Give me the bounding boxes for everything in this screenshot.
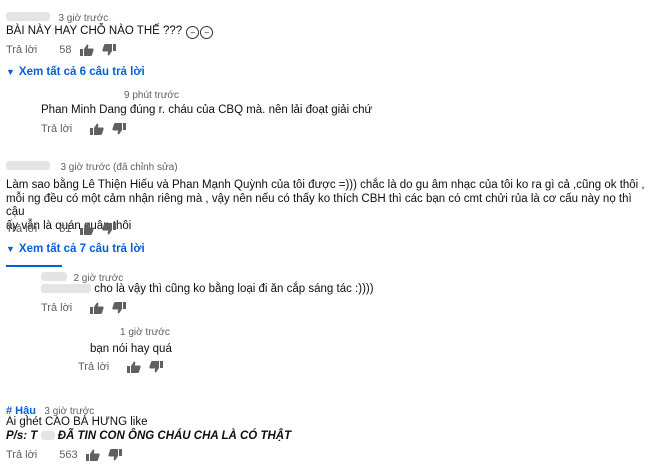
reply-3-time: 1 giờ trước <box>120 327 170 338</box>
thumbs-up-icon[interactable] <box>90 302 104 314</box>
comment-line: mỗi ng đều có một cảm nhận riêng mà , vậ… <box>6 192 632 219</box>
reply-2-text: cho là vậy thì cũng ko bằng loại đi ăn c… <box>41 283 374 297</box>
caret-down-icon: ▼ <box>6 67 15 77</box>
comment-1-header: 3 giờ trước <box>6 8 108 26</box>
reply-3-text: bạn nói hay quá <box>78 343 172 357</box>
reply-1-text: Phan Minh Dang đúng r. cháu của CBQ mà. … <box>41 104 373 116</box>
blurred-mention <box>41 284 91 294</box>
comment-prefix: P/s: T <box>6 430 38 442</box>
comment-3-line-1: Ai ghét CAO BÁ HƯNG like <box>6 416 148 428</box>
comment-time: 3 giờ trước (đã chỉnh sửa) <box>60 162 178 173</box>
blurred-author-name <box>6 161 50 171</box>
comment-3-line-2: P/s: T ĐÃ TIN CON ÔNG CHÁU CHA LÀ CÓ THẬ… <box>6 430 291 444</box>
reply-3-actions: Trả lời <box>78 361 164 373</box>
thumbs-down-icon[interactable] <box>149 361 164 373</box>
thumbs-down-icon[interactable] <box>112 123 127 135</box>
view-replies-label: Xem tất cả 6 câu trả lời <box>18 66 145 78</box>
caret-down-icon: ▼ <box>6 244 15 254</box>
comment-time: 3 giờ trước <box>58 13 109 24</box>
reply-button[interactable]: Trả lời <box>6 44 37 56</box>
thumbs-up-icon[interactable] <box>90 123 104 135</box>
reply-2-actions: Trả lời <box>41 302 127 314</box>
comment-line: Làm sao bằng Lê Thiện Hiếu và Phan Mạnh … <box>6 179 645 191</box>
blurred-mention <box>40 431 55 441</box>
view-replies-label: Xem tất cả 7 câu trả lời <box>18 243 145 255</box>
comment-3-actions: Trả lời 563 <box>6 449 122 461</box>
blurred-author-name <box>6 12 50 22</box>
comment-1-text: BÀI NÀY HAY CHỖ NÀO THẾ ??? – – <box>6 25 214 39</box>
thumbs-up-icon[interactable] <box>127 361 141 373</box>
reply-button[interactable]: Trả lời <box>6 449 37 461</box>
comment-body: ĐÃ TIN CON ÔNG CHÁU CHA LÀ CÓ THẬT <box>57 430 292 442</box>
comment-2-actions: Trả lời 61 <box>6 223 116 235</box>
thumbs-down-icon[interactable] <box>101 44 116 56</box>
reply-button[interactable]: Trả lời <box>6 223 37 235</box>
blurred-author-name <box>41 272 67 282</box>
like-count: 563 <box>59 449 78 461</box>
reply-1-time: 9 phút trước <box>124 90 179 101</box>
replies-divider <box>6 265 62 267</box>
thumbs-down-icon[interactable] <box>112 302 127 314</box>
thumbs-up-icon[interactable] <box>85 449 100 461</box>
thumbs-down-icon[interactable] <box>107 449 122 461</box>
thumbs-down-icon[interactable] <box>101 223 116 235</box>
reply-button[interactable]: Trả lời <box>41 123 72 135</box>
view-replies-button[interactable]: ▼ Xem tất cả 6 câu trả lời <box>6 66 145 78</box>
reply-1-actions: Trả lời <box>41 123 127 135</box>
reply-button[interactable]: Trả lời <box>78 361 109 373</box>
comment-body: BÀI NÀY HAY CHỖ NÀO THẾ ??? <box>6 25 183 37</box>
thumbs-up-icon[interactable] <box>79 44 94 56</box>
like-count: 58 <box>59 44 72 56</box>
like-count: 61 <box>59 223 72 235</box>
comment-2-header: 3 giờ trước (đã chỉnh sửa) <box>6 157 178 175</box>
thumbs-up-icon[interactable] <box>79 223 94 235</box>
reply-button[interactable]: Trả lời <box>41 302 72 314</box>
expressionless-face-icon: – <box>186 26 200 39</box>
view-replies-button[interactable]: ▼ Xem tất cả 7 câu trả lời <box>6 243 145 255</box>
comment-1-actions: Trả lời 58 <box>6 44 116 56</box>
reply-body: bạn nói hay quá <box>90 343 172 355</box>
reply-body: cho là vậy thì cũng ko bằng loại đi ăn c… <box>94 283 374 295</box>
expressionless-face-icon: – <box>200 26 214 39</box>
